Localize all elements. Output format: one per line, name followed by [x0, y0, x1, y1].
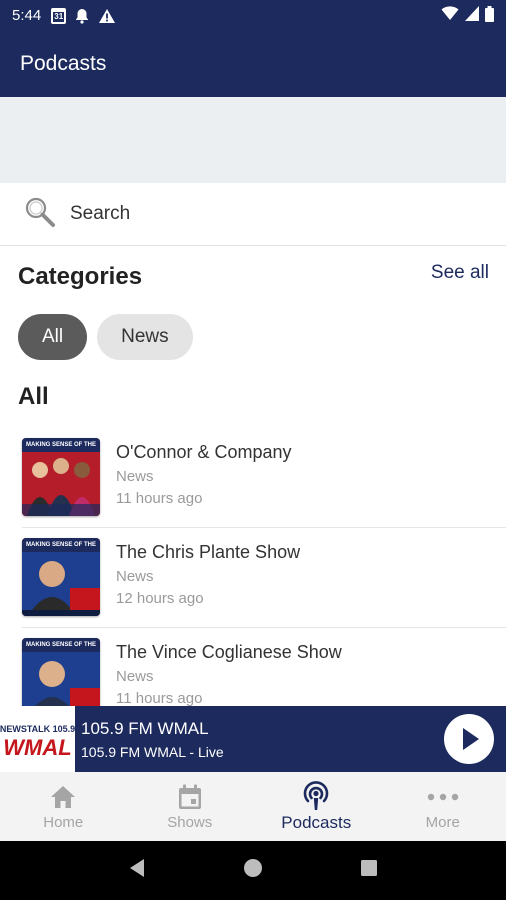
bell-icon — [75, 8, 89, 24]
wifi-icon — [441, 6, 459, 25]
artwork-host-image — [22, 552, 100, 616]
now-playing-bar[interactable]: NEWSTALK 105.9 WMAL 105.9 FM WMAL 105.9 … — [0, 706, 506, 772]
nav-more-label: More — [425, 814, 460, 831]
station-logo-wordmark: WMAL — [3, 735, 71, 760]
podcast-row[interactable]: MAKING SENSE OF THE NEWS The Vince Cogli… — [0, 628, 506, 706]
home-icon — [50, 782, 76, 812]
signal-icon — [465, 6, 479, 25]
podcast-artwork: MAKING SENSE OF THE NEWS — [22, 438, 100, 516]
artwork-banner: MAKING SENSE OF THE NEWS — [22, 538, 100, 562]
categories-heading: Categories — [18, 263, 143, 290]
nav-home[interactable]: Home — [0, 772, 127, 841]
section-heading: All — [18, 383, 49, 410]
play-icon — [463, 728, 479, 750]
podcast-title: O'Connor & Company — [116, 442, 292, 462]
warning-icon — [98, 8, 116, 24]
podcast-row[interactable]: MAKING SENSE OF THE NEWS O'Connor & Comp… — [0, 428, 506, 528]
player-station-subtitle: 105.9 FM WMAL - Live — [81, 744, 224, 760]
podcast-artwork: MAKING SENSE OF THE NEWS — [22, 638, 100, 706]
podcast-title: The Vince Coglianese Show — [116, 642, 342, 662]
home-circle-icon[interactable] — [243, 858, 263, 883]
battery-icon — [485, 5, 494, 26]
podcast-category: News — [116, 668, 154, 685]
bottom-navigation: Home Shows Podcasts More — [0, 772, 506, 841]
screen: 5:44 31 Podcasts Search Categories See a… — [0, 0, 506, 900]
artwork-banner: MAKING SENSE OF THE NEWS — [22, 438, 100, 462]
station-logo: NEWSTALK 105.9 WMAL — [0, 706, 75, 772]
recents-icon[interactable] — [360, 859, 378, 882]
calendar-day-label: 31 — [51, 7, 67, 24]
search-bar[interactable]: Search — [0, 183, 506, 246]
nav-more[interactable]: More — [380, 772, 506, 841]
system-navigation-bar — [0, 841, 506, 900]
station-logo-tagline: NEWSTALK 105.9 — [0, 724, 75, 734]
page-title: Podcasts — [20, 52, 107, 75]
nav-podcasts[interactable]: Podcasts — [253, 772, 380, 841]
see-all-link[interactable]: See all — [431, 262, 489, 284]
ad-banner-area — [0, 97, 506, 183]
podcast-updated: 11 hours ago — [116, 690, 203, 706]
player-station-title: 105.9 FM WMAL — [81, 719, 209, 738]
category-chips: All News — [18, 314, 193, 360]
chip-all[interactable]: All — [18, 314, 88, 360]
nav-shows[interactable]: Shows — [127, 772, 254, 841]
podcast-list: MAKING SENSE OF THE NEWS O'Connor & Comp… — [0, 428, 506, 706]
podcast-title: The Chris Plante Show — [116, 542, 301, 562]
status-bar: 5:44 31 — [0, 0, 506, 31]
back-icon[interactable] — [128, 858, 146, 883]
podcast-updated: 12 hours ago — [116, 590, 204, 607]
nav-home-label: Home — [43, 814, 84, 831]
podcast-category: News — [116, 468, 154, 485]
podcast-category: News — [116, 568, 154, 585]
search-label: Search — [70, 203, 131, 224]
podcast-icon — [302, 780, 330, 811]
artwork-hosts-image — [22, 452, 100, 516]
calendar-notification-icon: 31 — [51, 7, 67, 24]
more-icon — [427, 782, 459, 812]
search-icon — [24, 196, 56, 233]
artwork-banner: MAKING SENSE OF THE NEWS — [22, 638, 100, 662]
play-button[interactable] — [444, 714, 494, 764]
artwork-host-image — [22, 652, 100, 706]
nav-shows-label: Shows — [167, 814, 213, 831]
status-right-group — [441, 5, 494, 26]
status-time: 5:44 — [12, 7, 42, 24]
app-bar: Podcasts — [0, 31, 506, 97]
podcast-artwork: MAKING SENSE OF THE NEWS — [22, 538, 100, 616]
chip-news[interactable]: News — [97, 314, 193, 360]
podcast-updated: 11 hours ago — [116, 490, 203, 507]
nav-podcasts-label: Podcasts — [281, 812, 352, 832]
calendar-icon — [178, 782, 202, 812]
podcast-row[interactable]: MAKING SENSE OF THE NEWS The Chris Plant… — [0, 528, 506, 628]
